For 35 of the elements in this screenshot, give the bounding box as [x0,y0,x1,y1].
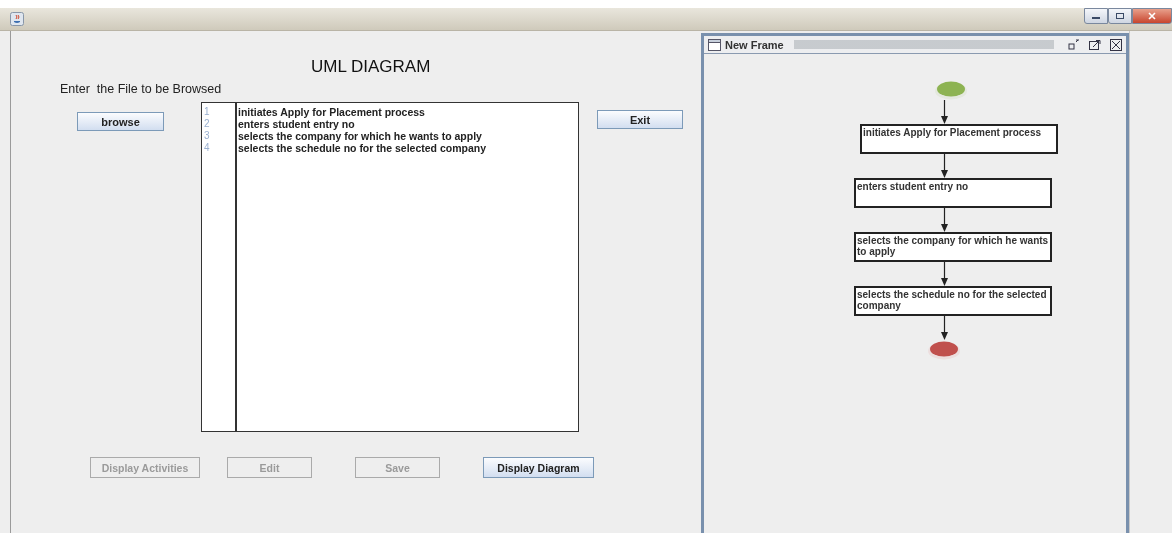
window-icon [708,38,721,51]
activity-node: initiates Apply for Placement process [860,124,1058,154]
arrow [940,154,949,178]
maximize-button[interactable] [1108,8,1132,24]
text-editor[interactable]: 1 2 3 4 initiates Apply for Placement process enters student entry no selects the company for which he wants to apply selects the schedule no for the selected company [201,102,579,432]
browse-button[interactable]: browse [77,112,164,131]
minimize-button[interactable] [1084,8,1108,24]
arrow [940,316,949,340]
editor-line: selects the company for which he wants to apply [238,130,483,142]
app-icon [10,12,24,26]
window-heading: UML DIAGRAM [311,57,432,78]
maximize-icon [1115,12,1125,20]
line-number: 4 [203,142,211,154]
activity-node: selects the schedule no for the selected company [854,286,1052,316]
line-number: 2 [203,118,211,130]
exit-button[interactable]: Exit [597,110,683,129]
prompt-label: Enter the File to be Browsed [60,82,223,96]
activity-node: selects the company for which he wants to apply [854,232,1052,262]
editor-line: selects the schedule no for the selected company [238,142,486,154]
close-icon [1147,12,1157,20]
start-node [934,80,968,100]
activity-node: enters student entry no [854,178,1052,208]
line-number: 1 [203,106,211,118]
line-number: 3 [203,130,211,142]
maximize-icon[interactable] [1088,38,1102,51]
editor-line: initiates Apply for Placement process [238,106,426,118]
iconify-icon[interactable] [1067,38,1081,51]
arrow [940,100,949,124]
arrow [940,208,949,232]
close-icon[interactable] [1109,38,1123,51]
editor-line: enters student entry no [238,118,356,130]
action-button[interactable]: Display Diagram [483,457,594,478]
end-node [927,340,961,360]
arrow [940,262,949,286]
frame-title: New Frame [725,38,784,51]
